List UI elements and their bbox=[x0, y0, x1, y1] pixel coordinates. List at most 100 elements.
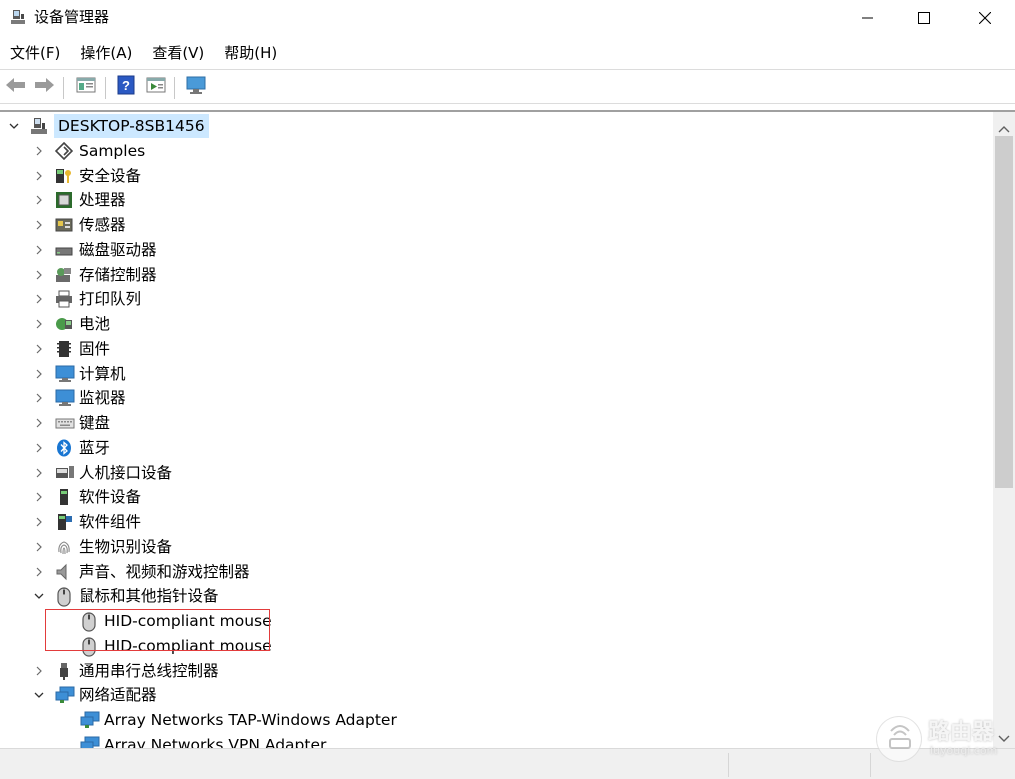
chevron-down-icon[interactable] bbox=[8, 120, 20, 132]
chevron-down-icon[interactable] bbox=[33, 689, 45, 701]
tree-device-item[interactable]: HID-compliant mouse bbox=[80, 634, 272, 658]
network-adapter-icon bbox=[55, 686, 75, 704]
tree-item-label: Array Networks VPN Adapter bbox=[104, 735, 327, 748]
chevron-right-icon[interactable] bbox=[33, 516, 45, 528]
chevron-right-icon[interactable] bbox=[33, 343, 45, 355]
chevron-right-icon[interactable] bbox=[33, 145, 45, 157]
scan-hardware-button[interactable] bbox=[184, 75, 208, 99]
chevron-down-icon[interactable] bbox=[33, 590, 45, 602]
router-icon bbox=[876, 716, 922, 762]
tree-category-software-device[interactable]: 软件设备 bbox=[36, 485, 141, 509]
device-tree-panel: DESKTOP-8SB1456 Samples 安全设备 处理器 传感器磁盘驱动器存储控… bbox=[0, 110, 1015, 748]
window-title: 设备管理器 bbox=[34, 8, 110, 26]
tree-category-firmware[interactable]: 固件 bbox=[36, 337, 110, 361]
tree-category-processor[interactable]: 处理器 bbox=[36, 188, 126, 212]
toolbar-separator bbox=[63, 77, 64, 99]
tree-category-bluetooth[interactable]: 蓝牙 bbox=[36, 436, 111, 460]
mouse-icon bbox=[55, 587, 73, 607]
tree-category-storage-controller[interactable]: 存储控制器 bbox=[36, 263, 157, 287]
samples-icon bbox=[54, 141, 74, 160]
minimize-button[interactable] bbox=[838, 0, 898, 36]
maximize-button[interactable] bbox=[894, 0, 954, 36]
tree-category-usb[interactable]: 通用串行总线控制器 bbox=[36, 659, 219, 683]
scroll-up-arrow-icon[interactable] bbox=[998, 118, 1010, 137]
tree-root-computer[interactable]: DESKTOP-8SB1456 bbox=[9, 114, 209, 138]
chevron-right-icon[interactable] bbox=[33, 417, 45, 429]
back-button[interactable] bbox=[4, 75, 28, 99]
usb-icon bbox=[55, 662, 73, 680]
chevron-right-icon[interactable] bbox=[33, 442, 45, 454]
menu-action[interactable]: 操作(A) bbox=[70, 40, 142, 66]
menu-file[interactable]: 文件(F) bbox=[0, 40, 70, 66]
chevron-right-icon[interactable] bbox=[33, 318, 45, 330]
tree-category-security-device[interactable]: 安全设备 bbox=[36, 164, 141, 188]
tree-item-label: 存储控制器 bbox=[79, 265, 157, 284]
chevron-right-icon[interactable] bbox=[33, 541, 45, 553]
tree-item-label: 监视器 bbox=[79, 389, 126, 408]
properties-icon bbox=[76, 76, 96, 98]
network-adapter-icon bbox=[80, 736, 100, 748]
chevron-right-icon[interactable] bbox=[33, 665, 45, 677]
storage-controller-icon bbox=[55, 266, 73, 284]
hid-icon bbox=[55, 464, 74, 482]
properties-button[interactable] bbox=[74, 75, 98, 99]
tree-device-item[interactable]: Array Networks VPN Adapter bbox=[80, 733, 326, 748]
chevron-right-icon[interactable] bbox=[33, 219, 45, 231]
close-button[interactable] bbox=[955, 0, 1015, 36]
chevron-right-icon[interactable] bbox=[33, 170, 45, 182]
run-button[interactable] bbox=[144, 75, 168, 99]
vertical-scrollbar[interactable] bbox=[993, 112, 1015, 748]
tree-category-network-adapter[interactable]: 网络适配器 bbox=[34, 683, 157, 707]
chevron-right-icon[interactable] bbox=[33, 293, 45, 305]
tree-item-label: 磁盘驱动器 bbox=[79, 240, 157, 259]
chevron-right-icon[interactable] bbox=[33, 467, 45, 479]
toolbar-separator-line bbox=[0, 103, 1015, 104]
title-bar: 设备管理器 bbox=[0, 0, 1015, 36]
forward-button[interactable] bbox=[32, 75, 56, 99]
tree-item-label: 软件组件 bbox=[79, 513, 142, 531]
tree-category-hid[interactable]: 人机接口设备 bbox=[36, 461, 172, 485]
chevron-right-icon[interactable] bbox=[33, 194, 45, 206]
run-icon bbox=[146, 76, 166, 98]
bluetooth-icon bbox=[55, 439, 73, 457]
tree-item-label: 生物识别设备 bbox=[79, 537, 173, 556]
menu-view[interactable]: 查看(V) bbox=[142, 40, 214, 66]
tree-item-label: 鼠标和其他指针设备 bbox=[79, 587, 219, 606]
tree-category-mouse[interactable]: 鼠标和其他指针设备 bbox=[34, 584, 219, 608]
keyboard-icon bbox=[55, 414, 75, 432]
tree-category-biometric[interactable]: 生物识别设备 bbox=[36, 535, 173, 559]
tree-device-item[interactable]: Array Networks TAP-Windows Adapter bbox=[80, 708, 397, 732]
chevron-right-icon[interactable] bbox=[33, 392, 45, 404]
tree-category-samples[interactable]: Samples bbox=[36, 139, 145, 163]
watermark-logo: 路由器 luyouqi.com bbox=[872, 712, 1012, 768]
tree-category-printer[interactable]: 打印队列 bbox=[36, 287, 141, 311]
tree-category-monitor[interactable]: 监视器 bbox=[36, 386, 126, 410]
network-adapter-icon bbox=[80, 711, 100, 729]
chevron-right-icon[interactable] bbox=[33, 269, 45, 281]
tree-item-label: 蓝牙 bbox=[79, 438, 111, 457]
monitor-icon bbox=[185, 75, 207, 99]
tree-category-disk-drive[interactable]: 磁盘驱动器 bbox=[36, 238, 157, 262]
tree-category-battery[interactable]: 电池 bbox=[36, 312, 110, 336]
software-device-icon bbox=[55, 488, 73, 506]
toolbar: ? bbox=[0, 72, 1015, 102]
tree-category-computer[interactable]: 计算机 bbox=[36, 362, 126, 386]
chevron-right-icon[interactable] bbox=[33, 368, 45, 380]
device-manager-icon bbox=[10, 9, 26, 25]
tree-category-software-component[interactable]: 软件组件 bbox=[36, 510, 142, 534]
tree-item-label: DESKTOP-8SB1456 bbox=[54, 114, 209, 138]
scrollbar-thumb[interactable] bbox=[995, 136, 1013, 488]
menu-help[interactable]: 帮助(H) bbox=[214, 40, 287, 66]
tree-category-keyboard[interactable]: 键盘 bbox=[36, 411, 110, 435]
computer-icon bbox=[55, 365, 75, 383]
help-icon: ? bbox=[117, 75, 135, 99]
help-button[interactable]: ? bbox=[114, 75, 138, 99]
tree-category-sensor[interactable]: 传感器 bbox=[36, 213, 126, 237]
forward-icon bbox=[33, 76, 55, 98]
chevron-right-icon[interactable] bbox=[33, 566, 45, 578]
audio-icon bbox=[55, 563, 73, 581]
chevron-right-icon[interactable] bbox=[33, 244, 45, 256]
chevron-right-icon[interactable] bbox=[33, 491, 45, 503]
tree-category-audio[interactable]: 声音、视频和游戏控制器 bbox=[36, 560, 250, 584]
tree-device-item[interactable]: HID-compliant mouse bbox=[80, 609, 272, 633]
